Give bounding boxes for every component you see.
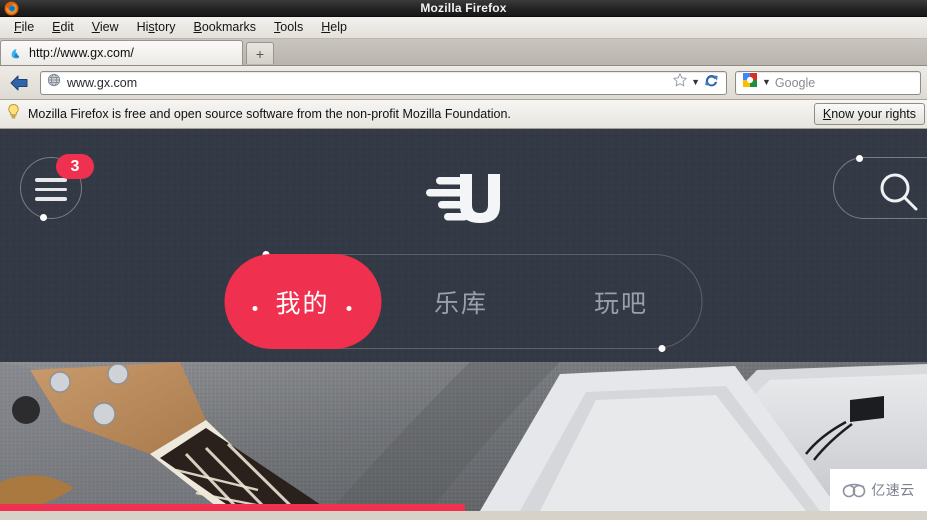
notification-bar: Mozilla Firefox is free and open source … bbox=[0, 100, 927, 129]
menu-help[interactable]: Help bbox=[312, 18, 356, 37]
lightbulb-icon bbox=[6, 103, 21, 125]
menu-history[interactable]: History bbox=[128, 18, 185, 37]
page-favicon-icon bbox=[9, 46, 24, 61]
google-icon[interactable] bbox=[742, 72, 758, 93]
nav-tab-mine[interactable]: 我的 bbox=[224, 254, 381, 349]
menu-file[interactable]: File bbox=[5, 18, 43, 37]
site-search-button[interactable] bbox=[833, 155, 927, 220]
back-button[interactable] bbox=[6, 70, 32, 96]
window-titlebar: Mozilla Firefox bbox=[0, 0, 927, 17]
search-engine-chevron-icon[interactable]: ▼ bbox=[762, 78, 771, 87]
browser-tab[interactable]: http://www.gx.com/ bbox=[0, 40, 243, 65]
watermark-text: 亿速云 bbox=[871, 482, 915, 498]
reload-icon[interactable] bbox=[703, 72, 720, 94]
tab-strip: http://www.gx.com/ + bbox=[0, 39, 927, 66]
cloud-icon bbox=[842, 482, 868, 498]
new-tab-button[interactable]: + bbox=[246, 42, 274, 64]
site-nav-tabs: 我的 乐库 玩吧 bbox=[224, 251, 702, 352]
magnifier-icon bbox=[876, 171, 922, 220]
back-arrow-icon bbox=[10, 75, 28, 90]
hero-banner-image[interactable]: 亿速云 bbox=[0, 362, 927, 511]
tab-title: http://www.gx.com/ bbox=[29, 46, 134, 60]
notification-badge: 3 bbox=[56, 154, 94, 179]
window-title: Mozilla Firefox bbox=[420, 0, 507, 15]
plus-icon: + bbox=[255, 45, 265, 62]
menu-tools[interactable]: Tools bbox=[265, 18, 312, 37]
url-input[interactable]: www.gx.com bbox=[67, 76, 666, 90]
url-bar[interactable]: www.gx.com ▼ bbox=[40, 70, 727, 95]
search-input[interactable]: Google bbox=[775, 76, 815, 90]
notification-message: Mozilla Firefox is free and open source … bbox=[28, 107, 511, 121]
search-bar[interactable]: ▼ Google bbox=[735, 70, 921, 95]
nav-tab-label: 乐库 bbox=[433, 289, 488, 318]
hamburger-menu-icon[interactable]: 3 bbox=[20, 154, 94, 221]
globe-icon bbox=[47, 73, 61, 92]
nav-tab-label: 玩吧 bbox=[593, 289, 648, 318]
menu-view[interactable]: View bbox=[83, 18, 128, 37]
menu-bar: File Edit View History Bookmarks Tools H… bbox=[0, 17, 927, 39]
site-header: 3 我的 乐库 玩吧 bbox=[0, 129, 927, 362]
web-page-content: 3 我的 乐库 玩吧 亿速云 bbox=[0, 129, 927, 511]
menu-bookmarks[interactable]: Bookmarks bbox=[185, 18, 266, 37]
know-your-rights-button[interactable]: Know your rights bbox=[813, 103, 925, 125]
star-icon[interactable] bbox=[672, 72, 688, 93]
watermark: 亿速云 bbox=[830, 469, 927, 511]
firefox-icon bbox=[3, 0, 20, 17]
u-speed-logo-icon[interactable] bbox=[422, 165, 506, 234]
decorative-dot bbox=[346, 306, 351, 311]
hamburger-lines bbox=[35, 178, 67, 201]
navigation-toolbar: www.gx.com ▼ ▼ Google bbox=[0, 66, 927, 100]
progress-bar bbox=[0, 504, 465, 511]
hero-illustration bbox=[0, 362, 927, 511]
decorative-dot bbox=[856, 155, 863, 162]
decorative-dot bbox=[40, 214, 47, 221]
nav-tab-play[interactable]: 玩吧 bbox=[541, 254, 701, 349]
menu-edit[interactable]: Edit bbox=[43, 18, 83, 37]
nav-tab-label: 我的 bbox=[275, 289, 330, 318]
decorative-dot bbox=[252, 306, 257, 311]
chevron-down-icon[interactable]: ▼ bbox=[691, 78, 700, 87]
nav-tab-library[interactable]: 乐库 bbox=[381, 254, 541, 349]
